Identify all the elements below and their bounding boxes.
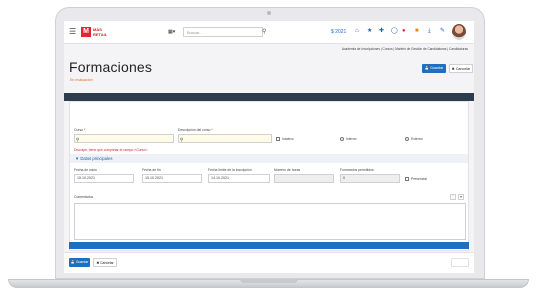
interno-label: Interno	[346, 137, 357, 141]
brand-logo[interactable]: M	[81, 27, 91, 37]
fecha-limite-label: Fecha límite de la inscripción	[208, 168, 252, 172]
form-card: Curso * ⚲ Descripción del curso * ⚲ Inac…	[69, 101, 469, 259]
section-datos-principales[interactable]: ▼ Datos principales	[70, 154, 468, 163]
year-selector[interactable]: $ 2021	[331, 29, 346, 35]
grid-icon[interactable]: ▦▾	[168, 29, 175, 35]
comentarios-label: Comentarios	[74, 195, 94, 199]
footer-cancel-button[interactable]: ✖ Cancelar	[93, 258, 117, 267]
curso-error-message: Disculpe, tiene que completar el campo «…	[74, 148, 149, 152]
presencial-label: Presencial	[411, 177, 427, 181]
externo-label: Externo	[411, 137, 423, 141]
chevron-down-icon[interactable]: ▾	[458, 194, 464, 200]
menu-icon[interactable]: ☰	[69, 28, 76, 36]
fecha-fin-input[interactable]: 15.10.2021	[142, 174, 202, 183]
footer-cancel-label: Cancelar	[100, 261, 114, 265]
section-title: ▼ Datos principales	[75, 156, 113, 161]
page-title: Formaciones	[69, 59, 153, 75]
messages-icon[interactable]: ■	[415, 27, 419, 35]
help-icon[interactable]: ◯	[391, 27, 398, 35]
avatar[interactable]	[452, 24, 466, 40]
camera-dot	[267, 11, 271, 15]
numero-horas-label: Número de horas	[274, 168, 301, 172]
top-bar: ☰ M MÁS RETAIL ▦▾ Buscar... ⚲ $ 2021 ⌂ ★…	[64, 21, 474, 44]
home-icon[interactable]: ⌂	[355, 27, 359, 35]
footer-save-button[interactable]: 💾 Guardar	[69, 258, 90, 267]
settings-icon[interactable]: ✎	[440, 27, 445, 35]
interno-radio[interactable]	[340, 137, 344, 141]
descripcion-label: Descripción del curso *	[178, 128, 213, 132]
fecha-inicio-label: Fecha de inicio	[74, 168, 97, 172]
section-title-text: Datos principales	[80, 156, 113, 161]
externo-radio[interactable]	[405, 137, 409, 141]
cancel-button[interactable]: ✖ Cancelar	[449, 64, 473, 73]
notifications-icon[interactable]: ●	[402, 27, 406, 35]
modulos-table-header	[69, 242, 469, 249]
tabs-band	[64, 93, 474, 101]
download-icon[interactable]: ⤓	[428, 27, 431, 35]
formandos-label: Formandos permitidos	[340, 168, 374, 172]
brand-name-line2: RETAIL	[93, 32, 108, 37]
save-button[interactable]: 💾 Guardar	[422, 64, 446, 73]
search-icon[interactable]: ⚲	[262, 28, 266, 35]
descripcion-input[interactable]: ⚲	[178, 134, 272, 143]
curso-input[interactable]: ⚲	[74, 134, 174, 143]
formandos-input[interactable]: 0	[340, 174, 400, 183]
laptop-mockup: ☰ M MÁS RETAIL ▦▾ Buscar... ⚲ $ 2021 ⌂ ★…	[0, 0, 537, 295]
numero-horas-input[interactable]	[274, 174, 334, 183]
curso-label: Curso *	[74, 128, 86, 132]
fecha-inicio-input[interactable]: 15.10.2021	[74, 174, 134, 183]
footer-extra-button[interactable]	[451, 258, 469, 267]
plus-icon[interactable]: ✚	[379, 27, 384, 35]
search-input[interactable]: Buscar...	[183, 27, 263, 37]
star-icon[interactable]: ★	[367, 27, 372, 35]
status-subtitle: En evaluación	[70, 78, 93, 82]
footer-bar: 💾 Guardar ✖ Cancelar	[64, 252, 474, 273]
footer-save-label: Guardar	[75, 260, 89, 264]
fecha-limite-input[interactable]: 14.10.2021	[208, 174, 270, 183]
inactivo-label: Inactivo	[282, 137, 294, 141]
cancel-button-label: Cancelar	[455, 67, 471, 71]
inactivo-checkbox[interactable]	[276, 137, 280, 141]
app-screen: ☰ M MÁS RETAIL ▦▾ Buscar... ⚲ $ 2021 ⌂ ★…	[64, 21, 474, 273]
comentarios-textarea[interactable]	[74, 203, 466, 240]
presencial-checkbox[interactable]	[405, 177, 409, 181]
fecha-fin-label: Fecha de fin	[142, 168, 161, 172]
search-icon[interactable]: ⚲	[76, 136, 79, 143]
laptop-notch	[240, 279, 298, 283]
breadcrumb[interactable]: Academia de Inscripciones | Cursos | Man…	[342, 47, 468, 51]
expand-icon[interactable]: ⋮	[450, 194, 456, 200]
search-icon[interactable]: ⚲	[180, 136, 183, 143]
search-placeholder: Buscar...	[187, 30, 203, 35]
save-button-label: Guardar	[430, 66, 444, 70]
